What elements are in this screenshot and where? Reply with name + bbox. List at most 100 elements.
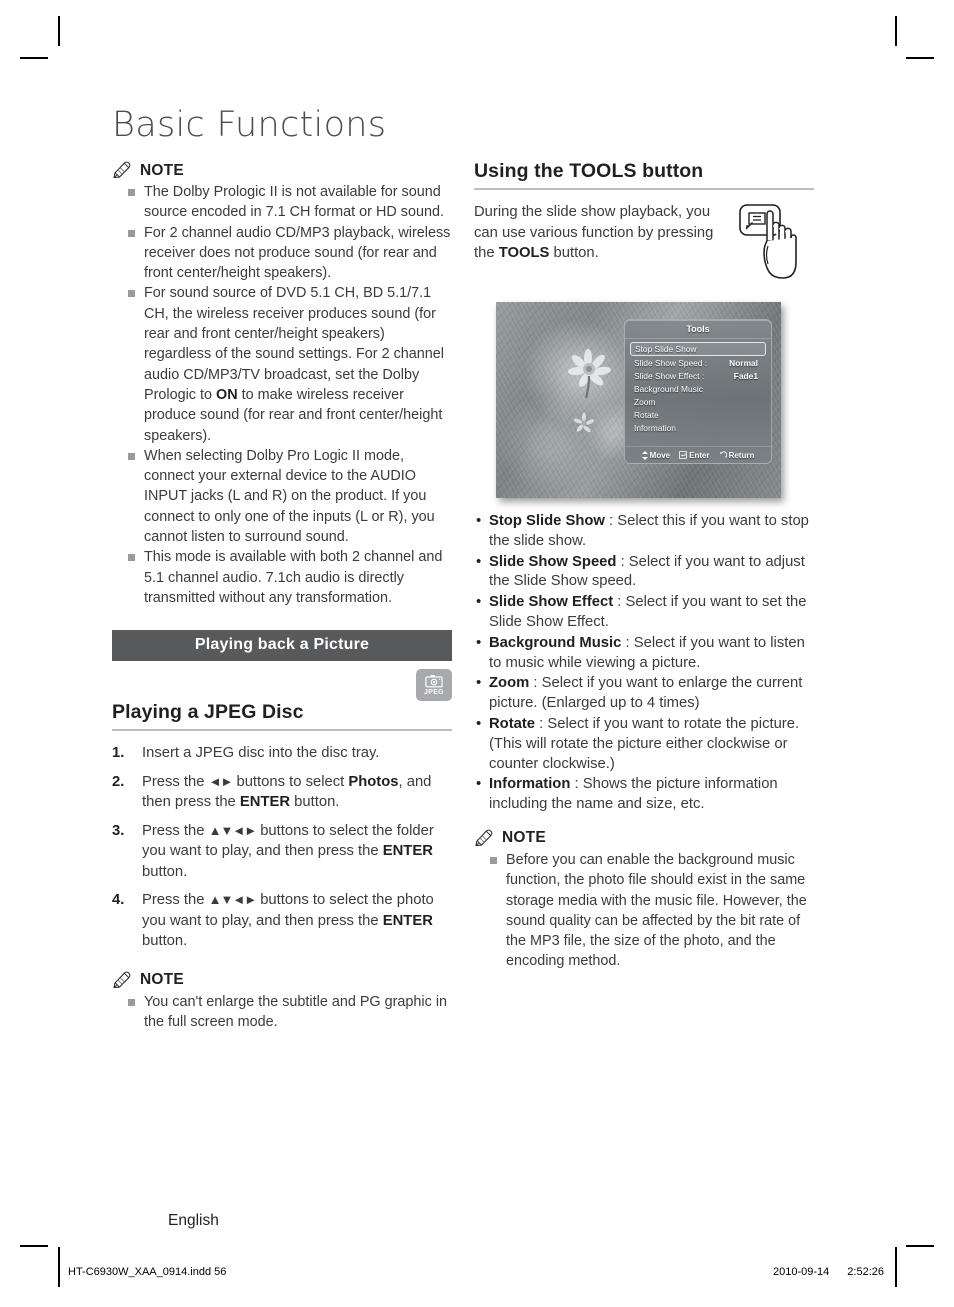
hint-label: Return [728,450,755,460]
tools-menu-item-label: Slide Show Speed : [634,357,708,368]
tools-panel-title: Tools [625,320,771,339]
note-list-2: You can't enlarge the subtitle and PG gr… [112,992,452,1033]
note-item: You can't enlarge the subtitle and PG gr… [112,992,452,1033]
crop-mark-bottom-right-vertical [895,1247,897,1287]
definition-separator: : [621,634,634,651]
intro-row: During the slide show playback, you can … [474,202,814,280]
tools-menu-item-rotate[interactable]: Rotate [630,408,766,421]
tools-menu-item-slide-show-speed[interactable]: Slide Show Speed : Normal [630,356,766,369]
definition-term: Background Music [489,634,622,651]
up-down-arrow-icon [641,450,648,460]
heading-playing-a-jpeg-disc: Playing a JPEG Disc [112,701,304,724]
left-column: NOTE The Dolby Prologic II is not availa… [112,160,452,1032]
return-icon [719,451,727,458]
step-number: 3. [112,822,125,839]
definition-term: Rotate [489,715,536,732]
step-text: Press the ▲▼◄► buttons to select the fol… [142,822,434,880]
note-item: When selecting Dolby Pro Logic II mode, … [112,446,452,547]
tools-menu-item-information[interactable]: Information [630,421,766,434]
note-item: For 2 channel audio CD/MP3 playback, wir… [112,223,452,284]
hand-pressing-tools-button-icon [739,204,797,279]
note-label: NOTE [140,971,184,989]
crop-mark-top-right-vertical [895,16,897,46]
tools-menu-item-label: Zoom [634,396,656,407]
hint-enter: Enter [679,450,710,460]
pencil-icon [113,971,131,988]
crop-mark-bottom-left-horizontal [20,1245,48,1247]
definition-item-slide-show-speed: Slide Show Speed : Select if you want to… [474,552,814,593]
crop-mark-top-left-vertical [58,16,60,46]
tools-menu-item-value: Fade1 [733,370,758,381]
definition-term: Information [489,776,571,793]
note-header: NOTE [112,970,452,988]
step-item: 3. Press the ▲▼◄► buttons to select the … [112,821,452,883]
note-label: NOTE [502,829,546,847]
definition-item-rotate: Rotate : Select if you want to rotate th… [474,714,814,774]
definition-separator: : [570,776,583,793]
definition-item-slide-show-effect: Slide Show Effect : Select if you want t… [474,592,814,633]
page-title: Basic Functions [112,105,387,145]
note-item: For sound source of DVD 5.1 CH, BD 5.1/7… [112,283,452,445]
tools-menu-item-label: Information [634,422,676,433]
definition-separator: : [535,715,548,732]
pencil-icon [475,829,493,846]
note-item: This mode is available with both 2 chann… [112,547,452,608]
note-item: Before you can enable the background mus… [474,850,814,972]
tools-menu-item-value: Normal [729,357,758,368]
tools-menu-item-stop-slide-show[interactable]: Stop Slide Show [630,342,766,356]
tools-menu-items: Stop Slide Show Slide Show Speed : Norma… [625,339,771,434]
note-item: The Dolby Prologic II is not available f… [112,182,452,223]
tools-menu-item-label: Background Music [634,383,703,394]
heading-using-the-tools-button: Using the TOOLS button [474,160,704,182]
enter-icon [679,451,688,459]
intro-text: During the slide show playback, you can … [474,204,714,261]
tools-definitions-list: Stop Slide Show : Select this if you wan… [474,511,814,815]
footer-date: 2010-09-14 [773,1266,830,1278]
step-text: Insert a JPEG disc into the disc tray. [142,745,380,762]
tools-menu-item-zoom[interactable]: Zoom [630,395,766,408]
step-number: 1. [112,745,125,762]
tools-menu-item-label: Stop Slide Show [635,344,697,354]
step-item: 4. Press the ▲▼◄► buttons to select the … [112,890,452,952]
definition-separator: : [616,553,629,570]
note-header: NOTE [112,160,452,178]
tools-menu-item-label: Slide Show Effect : [634,370,705,381]
hint-return: Return [719,450,755,460]
definition-item-zoom: Zoom : Select if you want to enlarge the… [474,673,814,714]
camera-icon [425,674,443,688]
tv-screenshot: Tools Stop Slide Show Slide Show Speed :… [496,302,781,498]
footer-filename: HT-C6930W_XAA_0914.indd 56 [68,1266,227,1278]
steps-list: 1. Insert a JPEG disc into the disc tray… [112,743,452,952]
note-list-right: Before you can enable the background mus… [474,850,814,972]
jpeg-media-badge: JPEG [416,669,452,702]
tools-menu-item-slide-show-effect[interactable]: Slide Show Effect : Fade1 [630,369,766,382]
definition-item-background-music: Background Music : Select if you want to… [474,633,814,674]
tools-panel-footer: Move Enter Return [625,446,771,463]
tools-menu-item-label: Rotate [634,409,659,420]
tools-menu-item-background-music[interactable]: Background Music [630,382,766,395]
note-list-1: The Dolby Prologic II is not available f… [112,182,452,608]
definition-item-information: Information : Shows the picture informat… [474,774,814,815]
definition-item-stop-slide-show: Stop Slide Show : Select this if you wan… [474,511,814,552]
definition-term: Slide Show Effect [489,594,614,611]
definition-term: Zoom [489,675,530,692]
step-text: Press the ▲▼◄► buttons to select the pho… [142,892,434,950]
right-column: Using the TOOLS button During the slide … [474,160,814,972]
definition-term: Stop Slide Show [489,513,605,529]
pencil-icon [113,161,131,178]
step-item: 1. Insert a JPEG disc into the disc tray… [112,743,452,764]
note-header: NOTE [474,828,814,846]
flower-illustration [568,349,611,398]
footer-timestamp: 2010-09-14 2:52:26 [773,1266,884,1278]
hint-label: Enter [689,450,710,460]
language-label: English [168,1212,219,1229]
step-number: 4. [112,892,125,909]
step-item: 2. Press the ◄► buttons to select Photos… [112,772,452,813]
section-bar-playing-back-a-picture: Playing back a Picture [112,630,452,662]
hint-move: Move [641,450,670,460]
definition-separator: : [529,675,542,692]
crop-mark-bottom-right-horizontal [906,1245,934,1247]
badge-row: JPEG [112,669,452,702]
crop-mark-bottom-left-vertical [58,1247,60,1287]
note-label: NOTE [140,161,184,179]
